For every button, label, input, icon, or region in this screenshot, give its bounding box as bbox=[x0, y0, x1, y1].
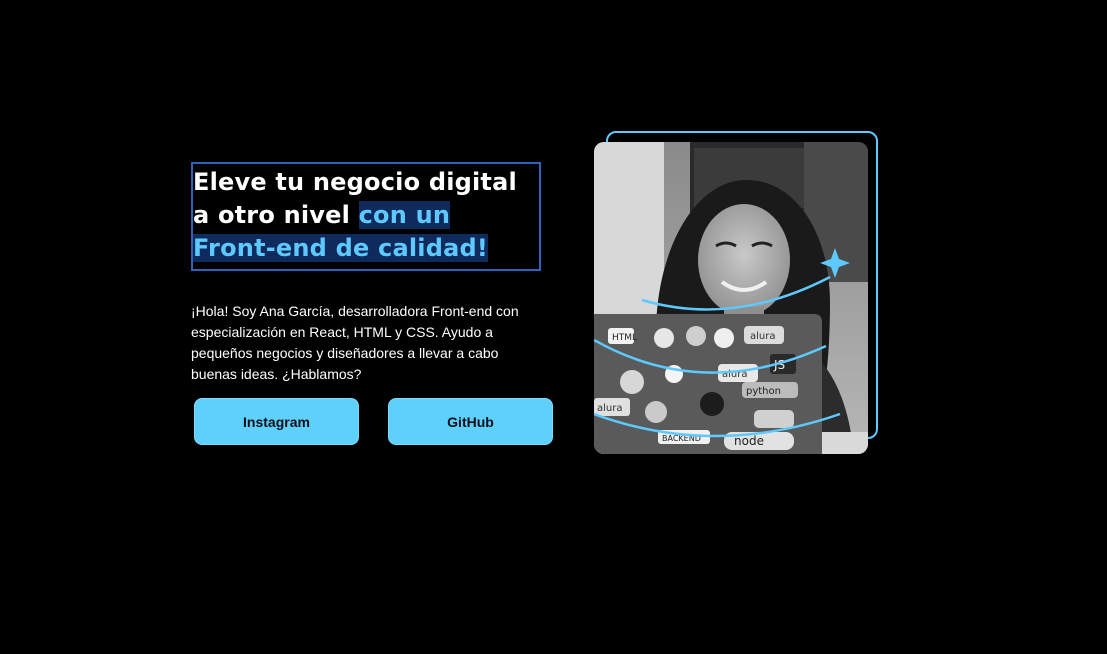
laptop: HTML alura JS alura python alura node BA… bbox=[594, 314, 822, 454]
background-window bbox=[594, 142, 664, 342]
instagram-button[interactable]: Instagram bbox=[194, 398, 359, 445]
profile-photo-illustration: HTML alura JS alura python alura node BA… bbox=[594, 142, 868, 454]
hero-text: Eleve tu negocio digital a otro nivel co… bbox=[191, 162, 551, 385]
profile-photo: HTML alura JS alura python alura node BA… bbox=[594, 142, 868, 454]
sticker-alura-1: alura bbox=[750, 331, 775, 342]
hero-title: Eleve tu negocio digital a otro nivel co… bbox=[193, 166, 539, 265]
sticker-alura-3: alura bbox=[597, 403, 622, 414]
hero-description: ¡Hola! Soy Ana García, desarrolladora Fr… bbox=[191, 303, 519, 382]
sticker-html: HTML bbox=[612, 333, 637, 343]
hero-title-box: Eleve tu negocio digital a otro nivel co… bbox=[191, 162, 541, 271]
social-buttons: Instagram GitHub bbox=[194, 398, 553, 445]
hero-title-plain: Eleve tu negocio digital a otro nivel bbox=[193, 168, 517, 229]
sticker-python: python bbox=[746, 386, 781, 397]
github-button[interactable]: GitHub bbox=[388, 398, 553, 445]
